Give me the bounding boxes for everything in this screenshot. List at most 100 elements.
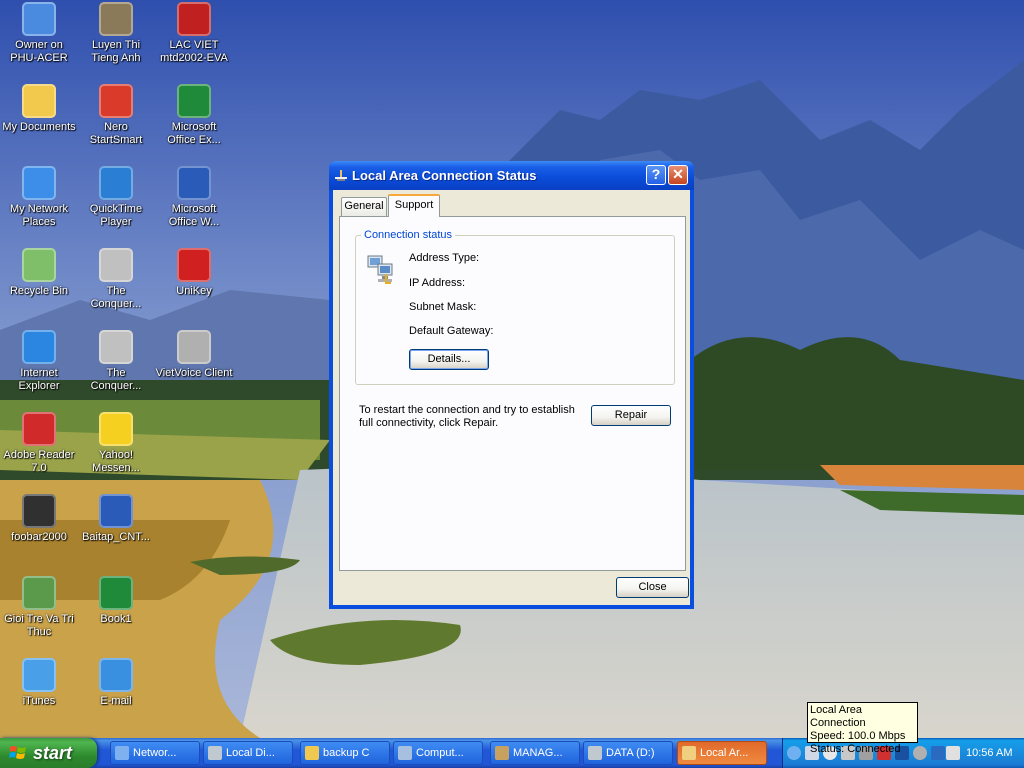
start-button[interactable]: start <box>0 738 97 768</box>
desktop-icon-label: Recycle Bin <box>9 285 69 297</box>
excel-doc-icon <box>99 576 133 610</box>
drive-icon <box>208 746 222 760</box>
desktop-icon[interactable]: foobar2000 <box>0 494 78 544</box>
network-connection-icon <box>682 746 696 760</box>
desktop-icon-label: Luyen Thi Tieng Anh <box>91 39 141 64</box>
tooltip-speed: Speed: 100.0 Mbps <box>810 730 906 742</box>
manager-icon <box>495 746 509 760</box>
network-connection-icon <box>335 170 347 181</box>
start-label: start <box>33 743 73 763</box>
desktop-icon[interactable]: E-mail <box>77 658 155 708</box>
desktop-icon-label: iTunes <box>22 695 56 707</box>
taskbar-button-label: Local Ar... <box>700 747 749 759</box>
desktop-icon[interactable]: Nero StartSmart <box>77 84 155 147</box>
desktop-icon[interactable]: iTunes <box>0 658 78 708</box>
window-close-button[interactable]: ✕ <box>668 165 688 185</box>
desktop-icon[interactable]: Baitap_CNT... <box>77 494 155 544</box>
connection-status-group: Connection status Address Type: IP Addre… <box>355 229 675 385</box>
email-icon <box>99 658 133 692</box>
desktop-icon-label: foobar2000 <box>11 531 67 543</box>
desktop-icon[interactable]: Luyen Thi Tieng Anh <box>77 2 155 65</box>
vietvoice-icon <box>177 330 211 364</box>
details-button[interactable]: Details... <box>409 349 489 370</box>
desktop-icon-label: The Conquer... <box>90 367 142 392</box>
desktop-icon-label: The Conquer... <box>90 285 142 310</box>
taskbar-button-label: Local Di... <box>226 747 275 759</box>
unikey-tray-icon[interactable] <box>931 746 945 760</box>
window-titlebar[interactable]: Local Area Connection Status ? ✕ <box>329 161 694 190</box>
desktop-icon[interactable]: Gioi Tre Va Tri Thuc <box>0 576 78 639</box>
adobe-reader-icon <box>22 412 56 446</box>
desktop-icon[interactable]: Microsoft Office Ex... <box>155 84 233 147</box>
taskbar-button-label: Networ... <box>133 747 177 759</box>
clock[interactable]: 10:56 AM <box>966 738 1012 768</box>
tab-support[interactable]: Support <box>388 194 440 217</box>
desktop-icon-label: My Network Places <box>9 203 69 228</box>
ip-address-label: IP Address: <box>409 277 466 289</box>
taskbar-button[interactable]: backup C <box>300 741 390 765</box>
desktop-icon[interactable]: My Network Places <box>0 166 78 229</box>
desktop-icon[interactable]: Internet Explorer <box>0 330 78 393</box>
desktop-icon[interactable]: Microsoft Office W... <box>155 166 233 229</box>
desktop-icon[interactable]: Adobe Reader 7.0 <box>0 412 78 475</box>
desktop-icon-label: VietVoice Client <box>155 367 233 379</box>
address-type-label: Address Type: <box>409 252 480 264</box>
taskbar-button-label: Comput... <box>416 747 464 759</box>
network-computers-icon <box>367 255 393 284</box>
yahoo-messenger-icon <box>99 412 133 446</box>
taskbar-button-label: DATA (D:) <box>606 747 655 759</box>
desktop-icon-label: LAC VIET mtd2002-EVA <box>160 39 228 64</box>
desktop-icon[interactable]: Book1 <box>77 576 155 626</box>
desktop-icon[interactable]: VietVoice Client <box>155 330 233 380</box>
tray-app-icon-3[interactable] <box>913 746 927 760</box>
desktop-icon-label: Adobe Reader 7.0 <box>3 449 75 474</box>
taskbar-button[interactable]: Local Di... <box>203 741 293 765</box>
desktop-icon-label: Microsoft Office W... <box>168 203 220 228</box>
folder-icon <box>305 746 319 760</box>
drive-icon <box>588 746 602 760</box>
desktop-icon[interactable]: LAC VIET mtd2002-EVA <box>155 2 233 65</box>
network-places-icon <box>22 166 56 200</box>
support-tab-panel: Connection status Address Type: IP Addre… <box>339 216 686 571</box>
desktop-icon[interactable]: Yahoo! Messen... <box>77 412 155 475</box>
repair-button[interactable]: Repair <box>591 405 671 426</box>
desktop: Owner on PHU-ACER Luyen Thi Tieng Anh LAC … <box>0 0 1024 738</box>
desktop-icon-label: Gioi Tre Va Tri Thuc <box>4 613 74 638</box>
folder-icon <box>22 84 56 118</box>
desktop-icon[interactable]: The Conquer... <box>77 248 155 311</box>
taskbar-button[interactable]: MANAG... <box>490 741 580 765</box>
close-button[interactable]: Close <box>616 577 689 598</box>
taskbar-button[interactable]: Comput... <box>393 741 483 765</box>
desktop-icon[interactable]: UniKey <box>155 248 233 298</box>
taskbar-button[interactable]: DATA (D:) <box>583 741 673 765</box>
desktop-icon[interactable]: Owner on PHU-ACER <box>0 2 78 65</box>
desktop-icon[interactable]: The Conquer... <box>77 330 155 393</box>
help-button[interactable]: ? <box>646 165 666 185</box>
desktop-icon-label: QuickTime Player <box>89 203 143 228</box>
tooltip-status: Status: Connected <box>810 743 901 755</box>
my-computer-icon <box>22 2 56 36</box>
tooltip-title: Local Area Connection <box>810 704 866 729</box>
group-title: Connection status <box>361 229 456 241</box>
tray-arrow-icon[interactable] <box>787 746 801 760</box>
desktop-icon[interactable]: My Documents <box>0 84 78 134</box>
desktop-icon[interactable]: Recycle Bin <box>0 248 78 298</box>
desktop-icon-label: Internet Explorer <box>18 367 60 392</box>
excel-icon <box>177 84 211 118</box>
desktop-icon[interactable]: QuickTime Player <box>77 166 155 229</box>
desktop-icon-label: Yahoo! Messen... <box>92 449 140 474</box>
conqueror-icon <box>99 330 133 364</box>
quicktime-icon <box>99 166 133 200</box>
tray-star-icon[interactable] <box>946 746 960 760</box>
tab-general[interactable]: General <box>341 197 387 216</box>
taskbar-button[interactable]: Local Ar... <box>677 741 767 765</box>
windows-logo-icon <box>9 746 26 759</box>
nero-icon <box>99 84 133 118</box>
taskbar-button-label: backup C <box>323 747 370 759</box>
unikey-icon <box>177 248 211 282</box>
default-gateway-label: Default Gateway: <box>409 325 494 337</box>
desktop-icon-label: Book1 <box>100 613 132 625</box>
window-title: Local Area Connection Status <box>352 168 537 183</box>
taskbar-button[interactable]: Networ... <box>110 741 200 765</box>
connection-tooltip: Local Area Connection Speed: 100.0 Mbps … <box>807 702 918 755</box>
